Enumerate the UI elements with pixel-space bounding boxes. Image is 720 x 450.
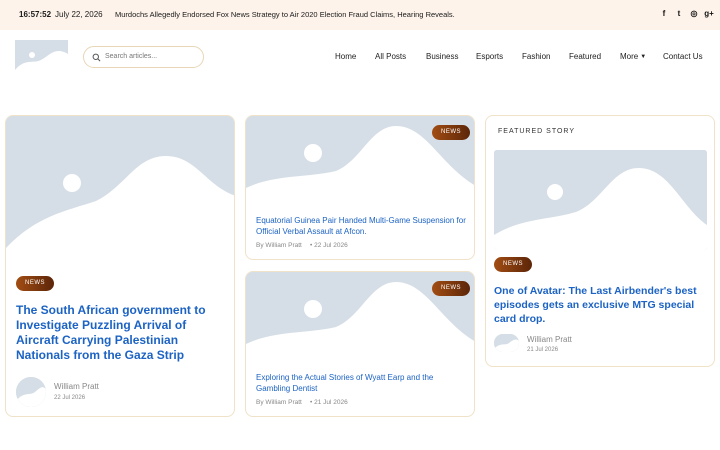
nav-home[interactable]: Home <box>335 52 356 61</box>
nav-all-posts[interactable]: All Posts <box>375 52 406 61</box>
image-placeholder-icon <box>6 116 234 266</box>
featured-story-image[interactable] <box>494 150 707 250</box>
category-badge[interactable]: NEWS <box>494 257 532 272</box>
story-date: • 22 Jul 2026 <box>310 242 348 249</box>
category-badge[interactable]: NEWS <box>432 125 470 140</box>
story-author[interactable]: By William Pratt <box>256 399 302 406</box>
avatar-placeholder-icon <box>16 377 46 407</box>
nav-fashion[interactable]: Fashion <box>522 52 550 61</box>
nav-esports[interactable]: Esports <box>476 52 503 61</box>
story-card[interactable]: NEWS Exploring the Actual Stories of Wya… <box>245 271 475 417</box>
google-plus-icon[interactable]: g+ <box>703 8 715 20</box>
main-story-card[interactable]: NEWS The South African government to Inv… <box>5 115 235 417</box>
avatar <box>16 377 46 407</box>
story-title[interactable]: Exploring the Actual Stories of Wyatt Ea… <box>256 372 466 394</box>
story-author[interactable]: By William Pratt <box>256 242 302 249</box>
facebook-icon[interactable]: f <box>658 8 670 20</box>
search-box[interactable]: Search articles... <box>83 46 204 68</box>
author-name[interactable]: William Pratt <box>527 335 572 344</box>
category-badge[interactable]: NEWS <box>432 281 470 296</box>
nav-more[interactable]: More ▼ <box>620 52 646 61</box>
story-card[interactable]: NEWS Equatorial Guinea Pair Handed Multi… <box>245 115 475 260</box>
main-story-title[interactable]: The South African government to Investig… <box>16 303 228 363</box>
search-input[interactable]: Search articles... <box>105 53 157 60</box>
author-name[interactable]: William Pratt <box>54 382 99 391</box>
top-bar: 16:57:52 July 22, 2026 Murdochs Allegedl… <box>0 0 720 30</box>
featured-story-heading: FEATURED STORY <box>498 128 576 135</box>
clock: 16:57:52 <box>19 10 52 19</box>
nav-more-label: More <box>620 52 639 61</box>
avatar <box>494 334 519 352</box>
image-placeholder-icon <box>494 150 707 250</box>
search-icon <box>92 53 101 62</box>
avatar-placeholder-icon <box>494 334 519 352</box>
twitter-icon[interactable]: t <box>673 8 685 20</box>
story-title[interactable]: Equatorial Guinea Pair Handed Multi-Game… <box>256 215 466 237</box>
main-story-image[interactable] <box>6 116 234 266</box>
instagram-icon[interactable]: ◎ <box>688 8 700 20</box>
site-logo[interactable] <box>15 40 68 75</box>
featured-story-title[interactable]: One of Avatar: The Last Airbender's best… <box>494 284 708 326</box>
category-badge[interactable]: NEWS <box>16 276 54 291</box>
current-date: July 22, 2026 <box>55 10 103 19</box>
publish-date: 21 Jul 2026 <box>527 347 559 353</box>
publish-date: 22 Jul 2026 <box>54 395 86 401</box>
image-placeholder-icon <box>15 40 68 75</box>
caret-down-icon: ▼ <box>640 54 647 60</box>
nav-contact[interactable]: Contact Us <box>663 52 703 61</box>
nav-business[interactable]: Business <box>426 52 458 61</box>
nav-featured[interactable]: Featured <box>569 52 601 61</box>
story-date: • 21 Jul 2026 <box>310 399 348 406</box>
featured-story-card[interactable]: FEATURED STORY NEWS One of Avatar: The L… <box>485 115 715 367</box>
news-ticker[interactable]: Murdochs Allegedly Endorsed Fox News Str… <box>115 10 455 19</box>
